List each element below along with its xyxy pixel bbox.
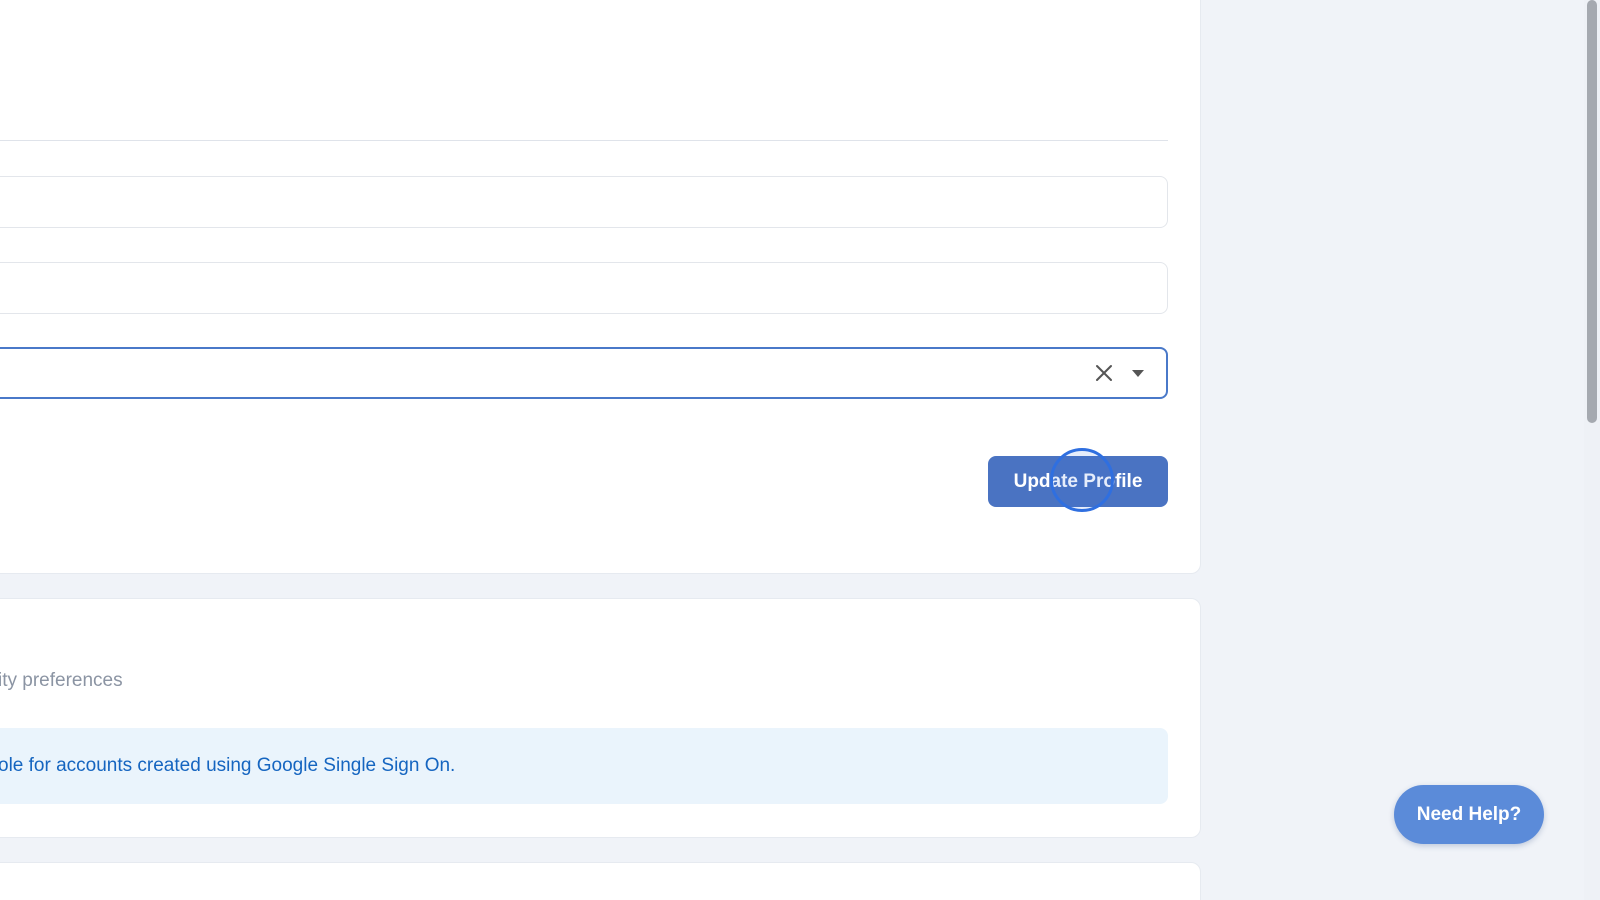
security-subtitle: ity preferences	[0, 670, 123, 691]
info-text: ole for accounts created using Google Si…	[0, 755, 456, 776]
need-help-button[interactable]: Need Help?	[1394, 785, 1544, 844]
scrollbar-thumb[interactable]	[1587, 0, 1597, 423]
info-banner: ole for accounts created using Google Si…	[0, 728, 1168, 804]
clear-icon[interactable]	[1094, 363, 1114, 383]
update-profile-button[interactable]: Update Profile	[988, 456, 1168, 507]
next-card	[0, 862, 1201, 900]
page: Update Profile ity preferences ole for a…	[0, 0, 1600, 900]
section-divider	[0, 140, 1168, 141]
profile-select[interactable]	[0, 347, 1168, 399]
chevron-down-icon[interactable]	[1128, 363, 1148, 383]
profile-field-2[interactable]	[0, 262, 1168, 314]
profile-field-1[interactable]	[0, 176, 1168, 228]
